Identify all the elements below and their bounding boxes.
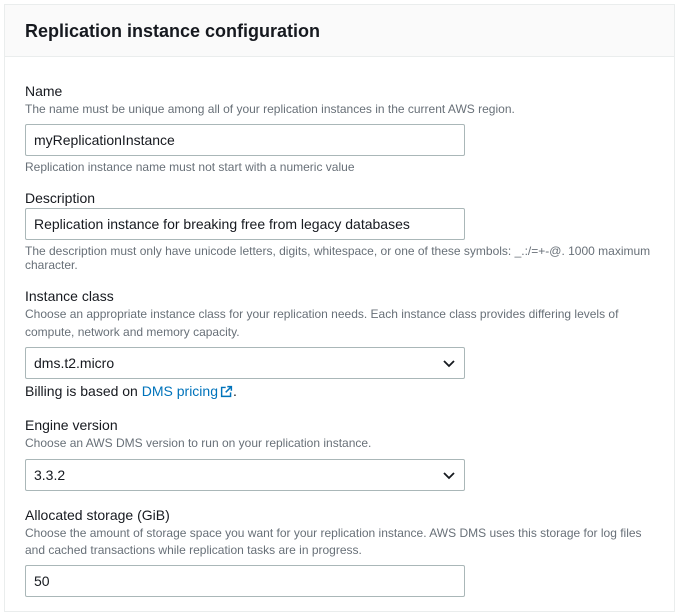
allocated-storage-input[interactable] (25, 565, 465, 597)
external-link-icon (220, 385, 233, 401)
billing-note: Billing is based on DMS pricing. (25, 383, 654, 401)
field-instance-class: Instance class Choose an appropriate ins… (25, 288, 654, 401)
description-below: The description must only have unicode l… (25, 244, 654, 272)
panel-body: Name The name must be unique among all o… (5, 57, 674, 611)
billing-suffix: . (233, 383, 237, 399)
allocated-storage-hint: Choose the amount of storage space you w… (25, 525, 654, 560)
description-label: Description (25, 190, 654, 206)
instance-class-label: Instance class (25, 288, 654, 304)
panel-header: Replication instance configuration (5, 5, 674, 57)
engine-version-select[interactable]: 3.3.2 (25, 459, 465, 491)
name-label: Name (25, 83, 654, 99)
field-name: Name The name must be unique among all o… (25, 83, 654, 174)
engine-version-hint: Choose an AWS DMS version to run on your… (25, 435, 654, 452)
instance-class-select-wrap: dms.t2.micro (25, 347, 465, 379)
config-panel: Replication instance configuration Name … (4, 4, 675, 612)
billing-prefix: Billing is based on (25, 383, 142, 399)
description-input[interactable] (25, 208, 465, 240)
field-engine-version: Engine version Choose an AWS DMS version… (25, 417, 654, 490)
field-allocated-storage: Allocated storage (GiB) Choose the amoun… (25, 507, 654, 598)
name-hint: The name must be unique among all of you… (25, 101, 654, 118)
field-description: Description The description must only ha… (25, 190, 654, 272)
panel-title: Replication instance configuration (25, 21, 654, 42)
name-below: Replication instance name must not start… (25, 160, 654, 174)
dms-pricing-link[interactable]: DMS pricing (142, 383, 233, 399)
engine-version-label: Engine version (25, 417, 654, 433)
allocated-storage-label: Allocated storage (GiB) (25, 507, 654, 523)
instance-class-hint: Choose an appropriate instance class for… (25, 306, 654, 341)
engine-version-select-wrap: 3.3.2 (25, 459, 465, 491)
dms-pricing-link-text: DMS pricing (142, 383, 218, 399)
name-input[interactable] (25, 124, 465, 156)
instance-class-select[interactable]: dms.t2.micro (25, 347, 465, 379)
